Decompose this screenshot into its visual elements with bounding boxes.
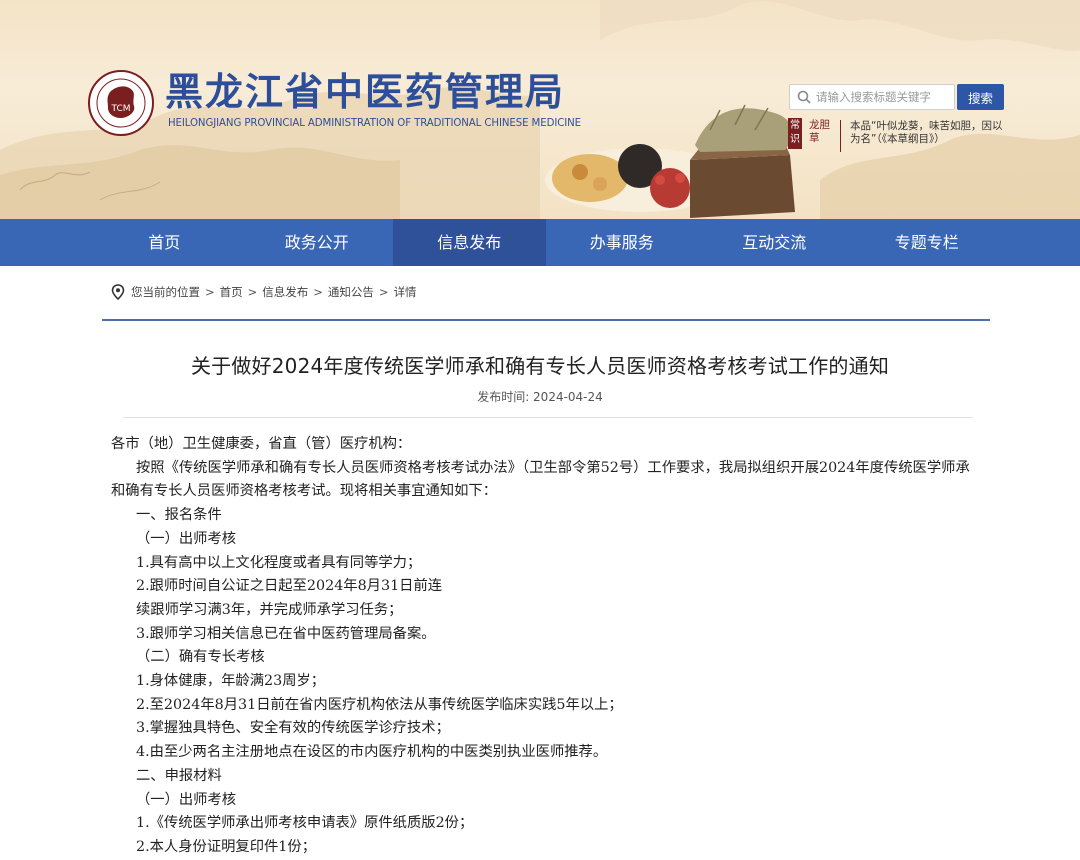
article-paragraph: 按照《传统医学师承和确有专长人员医师资格考核考试办法》（卫生部令第52号）工作要… xyxy=(111,459,970,500)
article-body: 各市（地）卫生健康委，省直（管）医疗机构： 按照《传统医学师承和确有专长人员医师… xyxy=(111,433,979,860)
herbal-medicine-illustration xyxy=(545,104,795,218)
nav-item-information-release[interactable]: 信息发布 xyxy=(393,219,546,266)
herb-knowledge-tip: 常识 龙胆草 本品“叶似龙葵，味苦如胆，因以为名”（《本草纲目》） xyxy=(788,118,1004,154)
breadcrumb-separator: > xyxy=(247,285,258,299)
article-paragraph: 各市（地）卫生健康委，省直（管）医疗机构： xyxy=(111,436,412,452)
article-paragraph: 一、报名条件 xyxy=(136,507,222,524)
article-paragraph: 3.跟师学习相关信息已在省中医药管理局备案。 xyxy=(136,625,436,642)
main-nav: 首页 政务公开 信息发布 办事服务 互动交流 专题专栏 xyxy=(0,219,1080,266)
search-button[interactable]: 搜索 xyxy=(957,84,1004,110)
site-title[interactable]: 黑龙江省中医药管理局 xyxy=(165,68,565,116)
breadcrumb-information-release[interactable]: 信息发布 xyxy=(262,284,308,300)
article-paragraph: 2.跟师时间自公证之日起至2024年8月31日前连 xyxy=(136,578,443,595)
search-icon xyxy=(797,90,811,104)
article-paragraph: 3.掌握独具特色、安全有效的传统医学诊疗技术； xyxy=(136,720,450,737)
tip-herb-name: 龙胆草 xyxy=(809,119,830,144)
site-title-english: HEILONGJIANG PROVINCIAL ADMINISTRATION O… xyxy=(168,118,582,129)
article-paragraph: （一）出师考核 xyxy=(136,530,237,547)
article-paragraph: 二、申报材料 xyxy=(136,767,222,784)
site-header: TCM 黑龙江省中医药管理局 HEILONGJIANG PROVINCIAL A… xyxy=(0,0,1080,219)
article-paragraph: 1.具有高中以上文化程度或者具有同等学力； xyxy=(136,554,422,571)
article-paragraph: 4.由至少两名主注册地点在设区的市内医疗机构的中医类别执业医师推荐。 xyxy=(136,744,608,761)
location-pin-icon xyxy=(111,284,125,300)
administration-emblem-logo: TCM xyxy=(88,70,154,136)
search-input[interactable] xyxy=(816,88,950,106)
article-paragraph: （二）确有专长考核 xyxy=(136,649,265,666)
breadcrumb-separator: > xyxy=(313,285,323,299)
nav-item-government-affairs[interactable]: 政务公开 xyxy=(241,219,394,266)
breadcrumb-home[interactable]: 首页 xyxy=(220,284,243,300)
article-paragraph: 2.本人身份证明复印件1份； xyxy=(136,838,317,855)
article-publish-date: 发布时间: 2024-04-24 xyxy=(477,390,603,404)
breadcrumb-current: 详情 xyxy=(393,285,417,299)
breadcrumb: 您当前的位置 > 首页 > 信息发布 > 通知公告 > 详情 xyxy=(102,266,990,321)
article-title: 关于做好2024年度传统医学师承和确有专长人员医师资格考核考试工作的通知 xyxy=(190,354,890,378)
breadcrumb-notices[interactable]: 通知公告 xyxy=(328,284,374,300)
breadcrumb-separator: > xyxy=(378,285,389,299)
article-paragraph: 续跟师学习满3年，并完成师承学习任务； xyxy=(136,601,403,618)
breadcrumb-separator: > xyxy=(205,285,215,299)
article-paragraph: 1.《传统医学师承出师考核申请表》原件纸质版2份； xyxy=(136,815,474,832)
breadcrumb-prefix: 您当前的位置 xyxy=(131,285,200,299)
tip-divider xyxy=(840,120,841,152)
article-paragraph: （一）出师考核 xyxy=(136,791,237,808)
tip-text: 本品“叶似龙葵，味苦如胆，因以为名”（《本草纲目》） xyxy=(850,120,1003,145)
article-paragraph: 2.至2024年8月31日前在省内医疗机构依法从事传统医学临床实践5年以上； xyxy=(136,696,623,713)
search-box xyxy=(789,84,955,110)
article-paragraph: 1.身体健康，年龄满23周岁； xyxy=(136,673,326,690)
nav-item-special-topics[interactable]: 专题专栏 xyxy=(851,219,1004,266)
emblem-text: TCM xyxy=(110,104,130,114)
nav-item-interaction[interactable]: 互动交流 xyxy=(698,219,851,266)
nav-item-home[interactable]: 首页 xyxy=(88,219,241,266)
search-bar: 搜索 xyxy=(789,84,1004,110)
title-divider xyxy=(123,417,973,418)
tip-badge: 常识 xyxy=(788,118,802,149)
nav-item-services[interactable]: 办事服务 xyxy=(546,219,699,266)
